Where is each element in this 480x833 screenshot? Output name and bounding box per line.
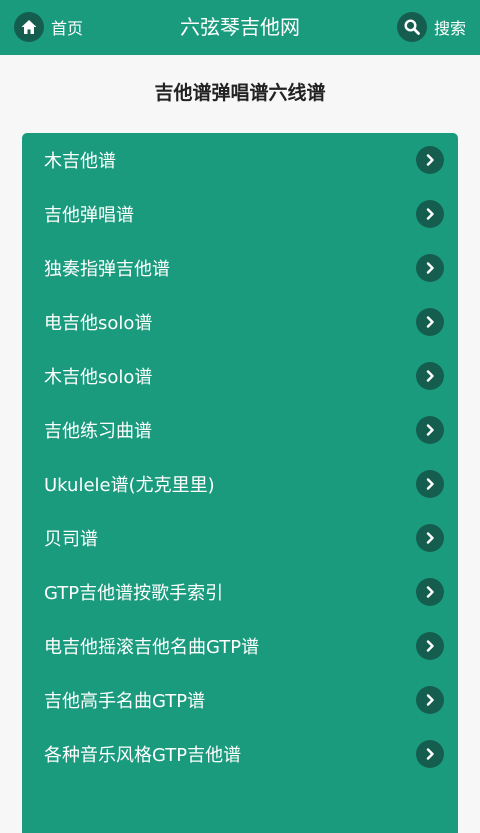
category-list: 木吉他谱 吉他弹唱谱 独奏指弹吉他谱 电吉他solo谱 木吉他solo谱 吉他练… — [22, 133, 458, 833]
chevron-right-icon — [416, 524, 444, 552]
top-bar: 首页 六弦琴吉他网 搜索 — [0, 0, 480, 55]
list-item-label: 吉他练习曲谱 — [44, 421, 152, 442]
list-item-ukulele[interactable]: Ukulele谱(尤克里里) — [22, 457, 458, 511]
search-label: 搜索 — [433, 19, 466, 38]
list-item-strum-sing[interactable]: 吉他弹唱谱 — [22, 187, 458, 241]
list-item-label: Ukulele谱(尤克里里) — [44, 475, 215, 496]
list-item-label: GTP吉他谱按歌手索引 — [44, 583, 224, 604]
chevron-right-icon — [416, 362, 444, 390]
search-icon — [396, 12, 427, 42]
home-label: 首页 — [51, 19, 84, 38]
list-item-label: 贝司谱 — [44, 529, 98, 550]
list-item-label: 独奏指弹吉他谱 — [44, 259, 170, 280]
list-item-rock-gtp[interactable]: 电吉他摇滚吉他名曲GTP谱 — [22, 619, 458, 673]
chevron-right-icon — [416, 470, 444, 498]
page-heading: 吉他谱弹唱谱六线谱 — [154, 82, 326, 104]
chevron-right-icon — [416, 578, 444, 606]
home-icon — [14, 12, 44, 42]
chevron-right-icon — [416, 146, 444, 174]
list-item-acoustic-guitar[interactable]: 木吉他谱 — [22, 133, 458, 187]
list-item-label: 木吉他solo谱 — [44, 367, 153, 388]
list-item-label: 电吉他solo谱 — [44, 313, 153, 334]
chevron-right-icon — [416, 308, 444, 336]
list-item-style-gtp[interactable]: 各种音乐风格GTP吉他谱 — [22, 727, 458, 781]
home-button[interactable]: 首页 — [14, 10, 83, 44]
list-item-electric-solo[interactable]: 电吉他solo谱 — [22, 295, 458, 349]
list-item-label: 吉他弹唱谱 — [44, 205, 134, 226]
list-item-acoustic-solo[interactable]: 木吉他solo谱 — [22, 349, 458, 403]
list-item-master-gtp[interactable]: 吉他高手名曲GTP谱 — [22, 673, 458, 727]
list-item-fingerstyle[interactable]: 独奏指弹吉他谱 — [22, 241, 458, 295]
list-item-label: 木吉他谱 — [44, 151, 116, 172]
chevron-right-icon — [416, 686, 444, 714]
list-item-gtp-by-artist[interactable]: GTP吉他谱按歌手索引 — [22, 565, 458, 619]
list-item-label: 各种音乐风格GTP吉他谱 — [44, 745, 242, 766]
chevron-right-icon — [416, 740, 444, 768]
list-item-bass[interactable]: 贝司谱 — [22, 511, 458, 565]
list-item-exercises[interactable]: 吉他练习曲谱 — [22, 403, 458, 457]
chevron-right-icon — [416, 416, 444, 444]
list-item-label: 电吉他摇滚吉他名曲GTP谱 — [44, 637, 260, 658]
list-item-label: 吉他高手名曲GTP谱 — [44, 691, 206, 712]
chevron-right-icon — [416, 632, 444, 660]
chevron-right-icon — [416, 254, 444, 282]
search-button[interactable]: 搜索 — [396, 10, 466, 44]
chevron-right-icon — [416, 200, 444, 228]
